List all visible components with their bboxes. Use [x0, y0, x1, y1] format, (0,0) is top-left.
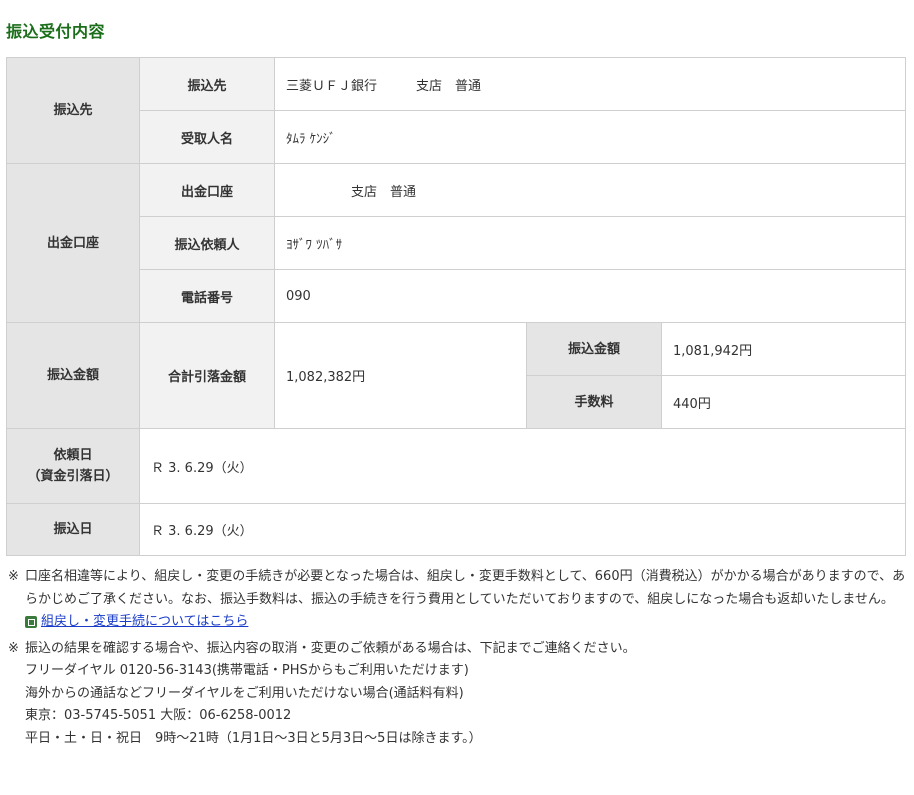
link-icon: [25, 616, 37, 629]
request-date-value: Ｒ 3. 6.29（火）: [138, 428, 907, 504]
contact-freedial: フリーダイヤル 0120-56-3143(携帯電話・PHSからもご利用いただけま…: [25, 663, 469, 678]
note-contact-line: 振込の結果を確認する場合や、振込内容の取消・変更のご依頼がある場合は、下記までご…: [25, 640, 636, 656]
fee-value: 440円: [660, 375, 907, 429]
total-debit-value: 1,082,382円: [274, 322, 527, 429]
source-section-label: 出金口座: [6, 163, 140, 323]
cancellation-link-row: 組戻し・変更手続についてはこちら: [25, 611, 908, 634]
request-date-label: 依頼日 （資金引落日）: [6, 428, 140, 504]
note-cancellation-text: 口座名相違等により、組戻し・変更の手続きが必要となった場合は、組戻し・変更手数料…: [25, 569, 906, 607]
page-title: 振込受付内容: [6, 22, 106, 41]
note-cancellation: ※ 口座名相違等により、組戻し・変更の手続きが必要となった場合は、組戻し・変更手…: [8, 566, 908, 611]
phone-value: 090: [273, 269, 907, 323]
transfer-amount-label: 振込金額: [526, 322, 662, 376]
fee-label: 手数料: [526, 375, 662, 429]
total-debit-label: 合計引落金額: [139, 322, 275, 429]
cancellation-procedure-link[interactable]: 組戻し・変更手続についてはこちら: [41, 611, 248, 634]
note-contact: ※ 振込の結果を確認する場合や、振込内容の取消・変更のご依頼がある場合は、下記ま…: [8, 638, 908, 661]
requester-label: 振込依頼人: [139, 216, 275, 270]
source-account-label: 出金口座: [139, 163, 275, 217]
contact-phone-numbers: 東京：03-5745-5051 大阪：06-6258-0012: [25, 708, 292, 723]
requester-value: ﾖｻﾞﾜ ﾂﾊﾞｻ: [273, 216, 907, 270]
payee-section-label: 振込先: [6, 57, 140, 164]
source-account-value: 支店 普通: [273, 163, 907, 217]
recipient-name-value: ﾀﾑﾗ ｹﾝｼﾞ: [273, 110, 907, 164]
recipient-name-label: 受取人名: [139, 110, 275, 164]
contact-hours: 平日・土・日・祝日 9時〜21時（1月1日〜3日と5月3日〜5日は除きます。）: [25, 730, 482, 746]
request-date-label-line2: （資金引落日）: [27, 469, 119, 484]
amount-section-label: 振込金額: [6, 322, 140, 429]
page: 振込受付内容 振込先 振込先 三菱ＵＦＪ銀行 支店 普通 受取人名 ﾀﾑﾗ ｹﾝ…: [0, 0, 914, 795]
note-mark: ※: [8, 569, 19, 584]
payee-bank-label: 振込先: [139, 57, 275, 111]
contact-overseas: 海外からの通話などフリーダイヤルをご利用いただけない場合(通話料有料): [25, 685, 464, 701]
transfer-date-value: Ｒ 3. 6.29（火）: [138, 503, 907, 556]
transfer-amount-value: 1,081,942円: [660, 322, 907, 376]
transfer-details-table: 振込先 振込先 三菱ＵＦＪ銀行 支店 普通 受取人名 ﾀﾑﾗ ｹﾝｼﾞ 出金口座…: [6, 57, 907, 556]
request-date-label-line1: 依頼日: [53, 448, 93, 463]
transfer-date-label: 振込日: [6, 503, 140, 556]
payee-bank-value: 三菱ＵＦＪ銀行 支店 普通: [273, 57, 907, 111]
notes: ※ 口座名相違等により、組戻し・変更の手続きが必要となった場合は、組戻し・変更手…: [8, 566, 908, 750]
phone-label: 電話番号: [139, 269, 275, 323]
note-mark: ※: [8, 640, 19, 656]
